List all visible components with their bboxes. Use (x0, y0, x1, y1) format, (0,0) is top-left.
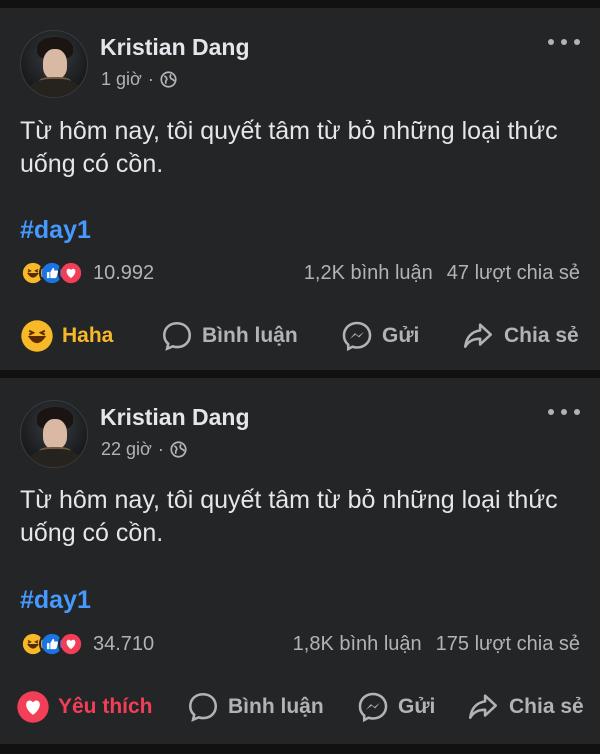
post-time[interactable]: 22 giờ (101, 439, 152, 460)
comment-label: Bình luận (202, 324, 298, 347)
avatar[interactable] (20, 400, 88, 468)
send-button[interactable]: Gửi (340, 316, 419, 356)
send-label: Gửi (382, 324, 420, 347)
react-button[interactable]: Haha (20, 316, 113, 356)
love-icon (58, 260, 84, 286)
avatar[interactable] (20, 30, 88, 98)
share-label: Chia sẻ (509, 695, 584, 718)
post-meta: 1 giờ · (101, 69, 177, 90)
post-stats: 1,2K bình luận 47 lượt chia sẻ (304, 262, 580, 285)
reactions-summary[interactable]: 34.710 (20, 631, 154, 657)
share-icon (468, 694, 498, 719)
comment-button[interactable]: Bình luận (186, 687, 324, 727)
share-icon (463, 323, 493, 348)
comment-label: Bình luận (228, 695, 324, 718)
action-bar: Haha Bình luận Gửi Chia sẻ (0, 316, 600, 356)
share-label: Chia sẻ (504, 324, 579, 347)
post-meta: 22 giờ · (101, 439, 187, 460)
post-time[interactable]: 1 giờ (101, 69, 142, 90)
meta-separator: · (157, 439, 164, 459)
share-button[interactable]: Chia sẻ (460, 316, 579, 356)
messenger-icon (358, 692, 388, 723)
love-icon (17, 691, 49, 723)
comment-count[interactable]: 1,8K bình luận (293, 633, 422, 656)
comment-count[interactable]: 1,2K bình luận (304, 262, 433, 285)
send-label: Gửi (398, 695, 436, 718)
share-button[interactable]: Chia sẻ (465, 687, 584, 727)
share-count[interactable]: 47 lượt chia sẻ (447, 262, 580, 285)
reaction-count: 34.710 (93, 632, 155, 655)
post-card: Kristian Dang 22 giờ · Từ hôm nay, tôi q… (0, 378, 600, 744)
react-label: Yêu thích (58, 695, 153, 718)
post-text: Từ hôm nay, tôi quyết tâm từ bỏ những lo… (20, 486, 558, 547)
globe-icon (170, 441, 187, 458)
hashtag-link[interactable]: #day1 (20, 586, 91, 615)
reaction-count: 10.992 (93, 261, 155, 284)
more-options-icon[interactable] (548, 36, 580, 48)
love-icon (58, 631, 84, 657)
send-button[interactable]: Gửi (356, 687, 435, 727)
react-button[interactable]: Yêu thích (16, 687, 153, 727)
comment-icon (188, 692, 218, 722)
react-label: Haha (62, 324, 114, 347)
author-name[interactable]: Kristian Dang (100, 34, 250, 61)
post-text: Từ hôm nay, tôi quyết tâm từ bỏ những lo… (20, 117, 558, 178)
haha-icon (21, 320, 53, 352)
meta-separator: · (147, 69, 154, 89)
reactions-summary[interactable]: 10.992 (20, 260, 154, 286)
hashtag-link[interactable]: #day1 (20, 216, 91, 245)
more-options-icon[interactable] (548, 406, 580, 418)
comment-icon (162, 321, 192, 351)
globe-icon (160, 71, 177, 88)
post-card: Kristian Dang 1 giờ · Từ hôm nay, tôi qu… (0, 8, 600, 370)
comment-button[interactable]: Bình luận (160, 316, 298, 356)
messenger-icon (342, 321, 372, 352)
action-bar: Yêu thích Bình luận Gửi Chia sẻ (0, 687, 600, 727)
post-stats: 1,8K bình luận 175 lượt chia sẻ (293, 633, 580, 656)
share-count[interactable]: 175 lượt chia sẻ (436, 633, 580, 656)
author-name[interactable]: Kristian Dang (100, 404, 250, 431)
